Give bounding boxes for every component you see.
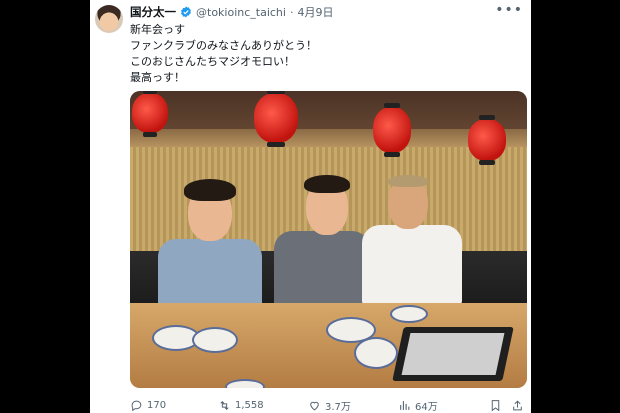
tweet-text-line: このおじさんたちマジオモロい！ xyxy=(130,55,295,68)
reply-button[interactable]: 170 xyxy=(130,399,166,412)
retweet-count: 1,558 xyxy=(235,399,264,411)
bookmark-button[interactable] xyxy=(489,399,502,412)
dish xyxy=(192,327,238,353)
header-separator: · xyxy=(289,5,294,19)
bookmark-icon xyxy=(491,399,500,411)
avatar[interactable] xyxy=(95,5,123,33)
verified-badge-icon xyxy=(181,6,191,18)
tweet-text-line: 最高っす！ xyxy=(130,71,185,84)
red-lantern xyxy=(468,115,506,165)
more-horizontal-icon[interactable]: ••• xyxy=(495,2,523,18)
like-count: 3.7万 xyxy=(325,401,351,413)
photo-tablet xyxy=(392,327,514,381)
dish xyxy=(354,337,398,369)
like-button[interactable]: 3.7万 xyxy=(308,398,351,413)
tweet-header: 国分太一 @tokioinc_taichi · 4月9日 xyxy=(130,4,333,20)
retweet-button[interactable]: 1,558 xyxy=(218,399,264,412)
person-shirt xyxy=(362,225,462,305)
red-lantern xyxy=(254,91,298,147)
tweet-text-line: 新年会っす xyxy=(130,23,185,36)
author-name[interactable]: 国分太一 xyxy=(130,4,176,20)
author-handle[interactable]: @tokioinc_taichi xyxy=(196,6,286,19)
heart-icon xyxy=(310,401,319,410)
red-lantern xyxy=(132,91,168,137)
views-button[interactable]: 64万 xyxy=(398,398,438,413)
person-hair xyxy=(388,175,428,187)
person-shirt xyxy=(274,231,370,311)
share-button[interactable] xyxy=(511,399,524,412)
tweet-card: 国分太一 @tokioinc_taichi · 4月9日 ••• 新年会っす フ… xyxy=(90,0,531,413)
tweet-date[interactable]: 4月9日 xyxy=(297,4,333,20)
photo-tablet-screen xyxy=(401,333,505,375)
share-icon xyxy=(513,399,522,410)
person-hair xyxy=(184,179,236,201)
red-lantern xyxy=(373,103,411,157)
person-hair xyxy=(304,175,350,193)
views-count: 64万 xyxy=(415,401,438,413)
reply-icon xyxy=(131,400,142,411)
dish xyxy=(225,379,265,388)
retweet-icon xyxy=(220,400,229,410)
views-chart-icon xyxy=(400,400,410,410)
tweet-text-line: ファンクラブのみなさんありがとう！ xyxy=(130,39,317,52)
dish xyxy=(390,305,428,323)
reply-count: 170 xyxy=(147,399,167,411)
tweet-actions: 170 1,558 3.7万 64万 xyxy=(130,397,525,413)
tweet-text: 新年会っす ファンクラブのみなさんありがとう！ このおじさんたちマジオモロい！ … xyxy=(130,22,510,86)
tweet-photo[interactable] xyxy=(130,91,527,388)
